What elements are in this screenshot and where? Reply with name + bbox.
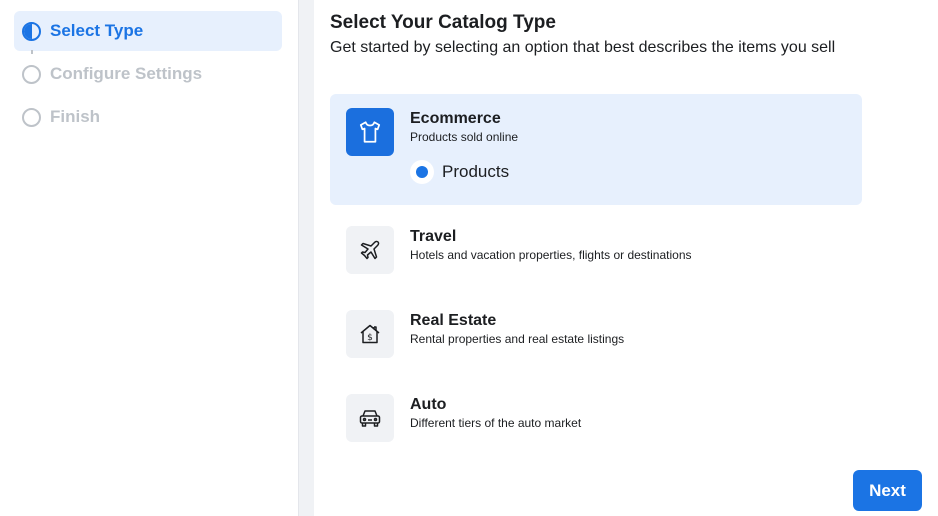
tshirt-icon — [346, 108, 394, 156]
steps-sidebar: Select Type Configure Settings Finish — [0, 0, 298, 516]
option-real-estate[interactable]: $ Real Estate Rental properties and real… — [330, 296, 862, 372]
empty-circle-icon — [22, 64, 41, 84]
option-title: Real Estate — [410, 312, 497, 329]
house-dollar-icon: $ — [346, 310, 394, 358]
car-icon — [346, 394, 394, 442]
main-panel: Select Your Catalog Type Get started by … — [314, 0, 938, 516]
svg-text:$: $ — [367, 333, 373, 343]
option-description: Different tiers of the auto market — [410, 416, 582, 430]
radio-label: Products — [442, 162, 510, 181]
airplane-icon — [346, 226, 394, 274]
option-auto[interactable]: Auto Different tiers of the auto market — [330, 380, 862, 456]
radio-selected-dot — [416, 166, 428, 178]
step-finish[interactable]: Finish — [14, 97, 282, 137]
step-configure-settings[interactable]: Configure Settings — [14, 54, 282, 94]
page-subtitle: Get started by selecting an option that … — [330, 39, 836, 56]
step-label: Select Type — [50, 21, 144, 40]
option-description: Products sold online — [410, 130, 519, 144]
empty-circle-icon — [22, 107, 41, 127]
step-select-type[interactable]: Select Type — [14, 11, 282, 51]
next-button[interactable]: Next — [853, 470, 922, 511]
option-ecommerce[interactable]: Ecommerce Products sold online Products — [330, 94, 862, 205]
option-title: Travel — [410, 228, 457, 245]
radio-button[interactable] — [410, 160, 434, 184]
page-title: Select Your Catalog Type — [330, 12, 556, 33]
step-label: Finish — [50, 107, 101, 126]
half-filled-circle-icon — [22, 21, 41, 41]
option-travel[interactable]: Travel Hotels and vacation properties, f… — [330, 212, 862, 288]
panel-divider — [298, 0, 314, 516]
catalog-setup-window: Select Type Configure Settings Finish Se… — [0, 0, 938, 516]
option-title: Ecommerce — [410, 110, 501, 127]
option-title: Auto — [410, 396, 447, 413]
step-label: Configure Settings — [50, 64, 203, 83]
radio-products[interactable]: Products — [410, 160, 509, 184]
option-description: Hotels and vacation properties, flights … — [410, 248, 692, 262]
option-description: Rental properties and real estate listin… — [410, 332, 625, 346]
